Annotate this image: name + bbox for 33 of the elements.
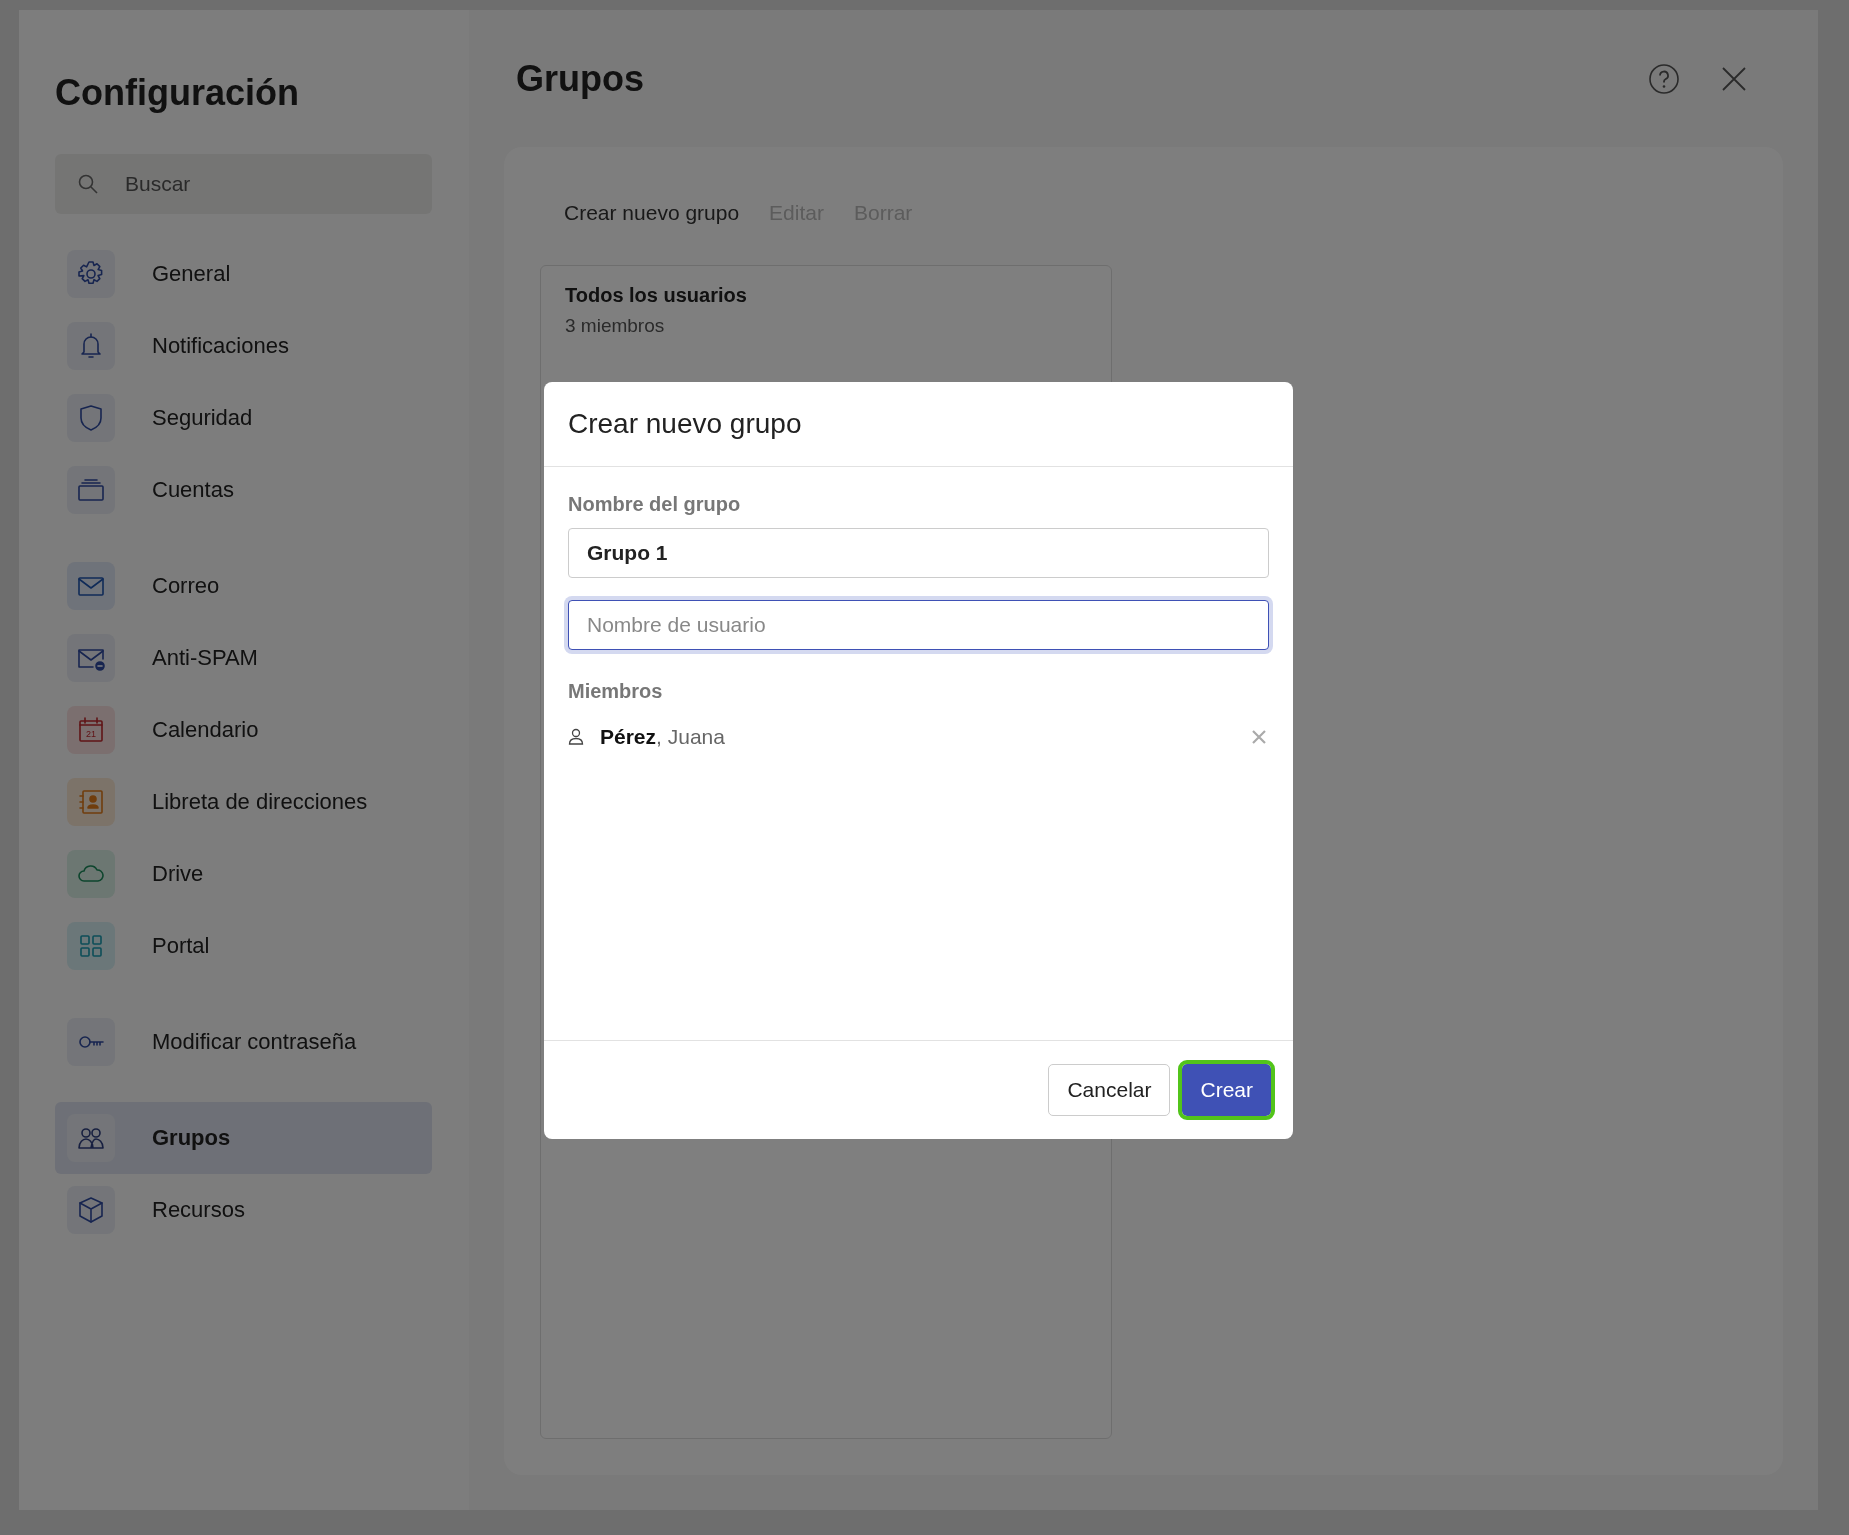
sidebar-item[interactable]: Notificaciones — [55, 310, 432, 382]
sidebar-item[interactable]: Recursos — [55, 1174, 432, 1246]
sidebar-item[interactable]: Drive — [55, 838, 432, 910]
help-icon[interactable] — [1648, 62, 1680, 95]
toolbar-action[interactable]: Crear nuevo grupo — [556, 195, 748, 231]
group-name-field[interactable]: Grupo 1 — [568, 527, 1269, 578]
sidebar-item[interactable]: Portal — [55, 910, 432, 982]
search-icon — [77, 173, 99, 195]
sidebar-item[interactable]: General — [55, 238, 432, 310]
close-icon[interactable] — [1722, 66, 1746, 91]
sidebar-item[interactable]: Seguridad — [55, 382, 432, 454]
field-label: Nombre del grupo — [568, 492, 742, 516]
cube-icon — [76, 1195, 106, 1225]
dialog-title: Crear nuevo grupo — [568, 407, 802, 440]
user-icon — [568, 728, 584, 745]
sidebar-item[interactable]: Libreta de direcciones — [55, 766, 432, 838]
contacts-icon — [76, 787, 106, 817]
username-field[interactable]: Nombre de usuario — [568, 599, 1269, 650]
sidebar-item[interactable]: 21 Calendario — [55, 694, 432, 766]
member-count: 3 miembros — [565, 315, 666, 337]
page-title: Grupos — [516, 57, 644, 100]
remove-icon[interactable] — [1251, 728, 1267, 745]
cancel-button[interactable]: Cancelar — [1048, 1063, 1171, 1116]
section-label: Miembros — [568, 679, 664, 703]
member-name: Pérez, Juana — [600, 724, 725, 749]
sidebar-item[interactable]: Cuentas — [55, 454, 432, 526]
group-name[interactable]: Todos los usuarios — [565, 284, 1087, 307]
search-field[interactable]: Buscar — [55, 154, 432, 214]
sidebar-item[interactable]: Grupos — [55, 1102, 432, 1174]
sidebar-item[interactable]: Anti-SPAM — [55, 622, 432, 694]
sidebar-item[interactable]: Modificar contraseña — [55, 1006, 432, 1078]
settings-title: Configuración — [55, 72, 300, 114]
sidebar-item[interactable]: Correo — [55, 550, 432, 622]
